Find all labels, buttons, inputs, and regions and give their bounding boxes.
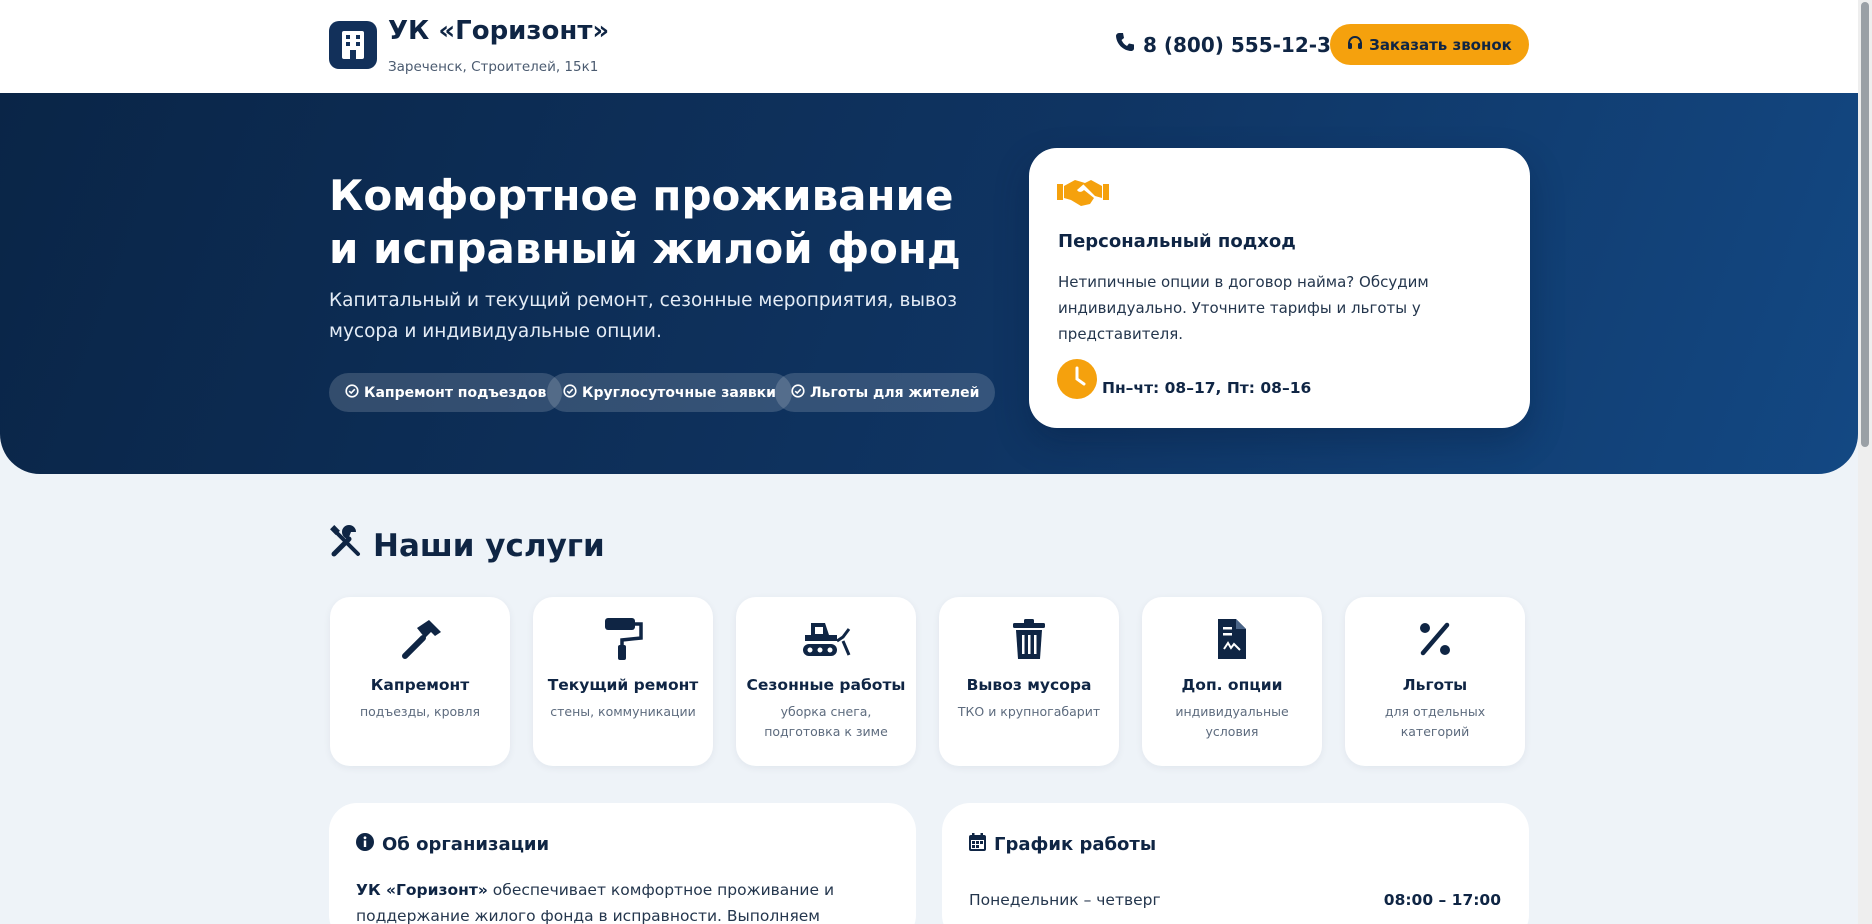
service-card-seasonal-works[interactable]: Сезонные работы уборка снега, подготовка… (736, 597, 916, 766)
service-desc: для отдельных категорий (1384, 704, 1486, 739)
service-desc: подъезды, кровля (359, 704, 481, 719)
check-circle-icon (563, 383, 577, 402)
scrollbar-thumb[interactable] (1861, 2, 1869, 447)
service-desc: уборка снега, подготовка к зиме (764, 704, 888, 739)
headset-icon (1347, 35, 1363, 55)
about-panel: Об организации УК «Горизонт» обеспечивае… (329, 803, 916, 924)
card-text: Нетипичные опции в договор найма? Обсуди… (1058, 273, 1429, 343)
service-card-garbage-removal[interactable]: Вывоз мусора ТКО и крупногабарит (939, 597, 1119, 766)
card-hours: Пн–чт: 08–17, Пт: 08–16 (1102, 379, 1312, 397)
callback-button[interactable]: Заказать звонок (1330, 24, 1529, 65)
chip-label: Капремонт подъездов (364, 384, 547, 401)
snowplow-icon (736, 617, 916, 661)
schedule-day: Понедельник – четверг (969, 891, 1161, 909)
calendar-icon (969, 833, 986, 856)
service-title: Сезонные работы (746, 676, 906, 694)
clock-icon (1057, 359, 1097, 399)
site-header: УК «Горизонт» Зареченск, Строителей, 15к… (0, 0, 1858, 93)
chip-label: Льготы для жителей (810, 384, 980, 401)
schedule-panel: График работы Понедельник – четверг 08:0… (942, 803, 1529, 924)
card-title: Персональный подход (1058, 231, 1296, 252)
phone-icon (1115, 32, 1135, 57)
service-title: Доп. опции (1181, 676, 1283, 694)
service-title: Вывоз мусора (966, 676, 1092, 694)
building-icon[interactable] (329, 21, 377, 69)
percent-icon (1345, 617, 1525, 661)
callback-label: Заказать звонок (1369, 35, 1512, 54)
schedule-heading: График работы (969, 833, 1156, 856)
info-icon (356, 833, 374, 856)
service-card-current-repair[interactable]: Текущий ремонт стены, коммуникации (533, 597, 713, 766)
brand-title[interactable]: УК «Горизонт» (388, 16, 609, 46)
schedule-title: График работы (994, 834, 1157, 855)
service-title: Капремонт (370, 676, 470, 694)
personal-approach-card: Персональный подход Нетипичные опции в д… (1029, 148, 1530, 428)
chip-resident-benefits: Льготы для жителей (775, 373, 996, 412)
chip-capital-repair: Капремонт подъездов (329, 373, 563, 412)
hero-title-line-2: и исправный жилой фонд (329, 224, 961, 273)
tools-icon (329, 525, 363, 567)
brand-address: Зареченск, Строителей, 15к1 (388, 59, 599, 75)
handshake-icon (1057, 176, 1109, 214)
hammer-icon (330, 617, 510, 661)
service-desc: ТКО и крупногабарит (957, 704, 1101, 719)
service-card-extra-options[interactable]: Доп. опции индивидуальные условия (1142, 597, 1322, 766)
about-title: Об организации (382, 834, 550, 855)
document-icon (1142, 617, 1322, 661)
about-heading: Об организации (356, 833, 549, 856)
about-text: УК «Горизонт» обеспечивает комфортное пр… (356, 877, 896, 924)
hero-title: Комфортное проживание и исправный жилой … (329, 169, 961, 275)
service-desc: индивидуальные условия (1175, 704, 1289, 739)
hero-section: Комфортное проживание и исправный жилой … (0, 93, 1858, 474)
service-card-benefits[interactable]: Льготы для отдельных категорий (1345, 597, 1525, 766)
chip-label: Круглосуточные заявки (582, 384, 776, 401)
check-circle-icon (791, 383, 805, 402)
phone-link[interactable]: 8 (800) 555-12-34 (1115, 32, 1345, 57)
hero-subtitle: Капитальный и текущий ремонт, сезонные м… (329, 290, 958, 342)
phone-number: 8 (800) 555-12-34 (1143, 32, 1345, 57)
hero-title-line-1: Комфортное проживание (329, 171, 954, 220)
services-title: Наши услуги (373, 528, 605, 564)
service-card-capital-repair[interactable]: Капремонт подъезды, кровля (330, 597, 510, 766)
service-title: Текущий ремонт (547, 676, 699, 694)
service-title: Льготы (1402, 676, 1468, 694)
trash-icon (939, 617, 1119, 661)
chip-24h-requests: Круглосуточные заявки (547, 373, 792, 412)
paint-roller-icon (533, 617, 713, 661)
service-desc: стены, коммуникации (550, 704, 696, 719)
check-circle-icon (345, 383, 359, 402)
schedule-time: 08:00 – 17:00 (1383, 891, 1501, 909)
about-org-name: УК «Горизонт» (356, 881, 488, 899)
page-scrollbar[interactable] (1858, 0, 1872, 924)
services-heading: Наши услуги (329, 525, 605, 567)
